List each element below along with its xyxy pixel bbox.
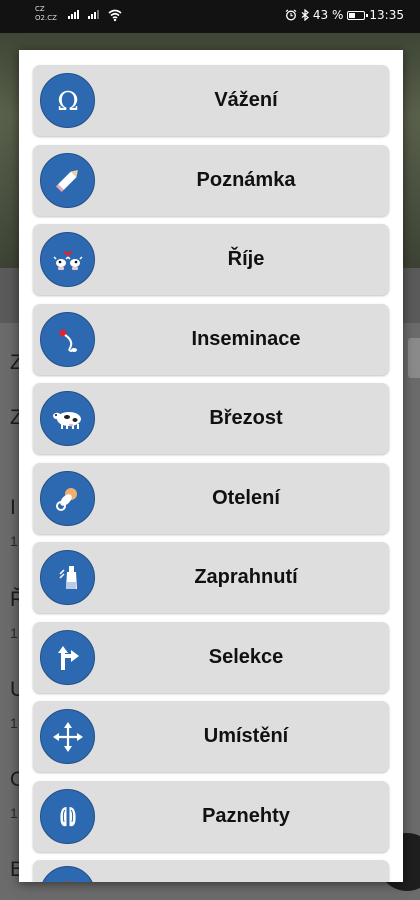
action-label: Říje: [227, 248, 265, 270]
action-zaprahnuti-button[interactable]: Zaprahnutí: [33, 542, 389, 613]
signal-1-icon: [68, 10, 79, 19]
action-umisteni-button[interactable]: Umístění: [33, 701, 389, 772]
action-oteleni-button[interactable]: Otelení: [33, 462, 389, 534]
action-poznamka-button[interactable]: Poznámka: [33, 144, 389, 216]
background-field: [408, 338, 420, 378]
move-arrows-icon: [40, 709, 95, 764]
action-label: Inseminace: [191, 327, 301, 350]
carrier-2: O2.CZ: [35, 14, 57, 22]
road-fork-icon: [40, 629, 95, 685]
action-vazeni-button[interactable]: Ω Vážení: [33, 65, 389, 136]
action-rije-button[interactable]: Říje: [33, 224, 389, 295]
background-letter: I: [10, 496, 16, 519]
battery-text: 43 %: [312, 8, 344, 22]
action-paznehty-button[interactable]: Paznehty: [33, 780, 389, 852]
cows-heat-icon: [40, 232, 95, 287]
battery-icon: [347, 10, 369, 20]
pencil-icon: [40, 152, 95, 208]
action-list: Ω Vážení Poznámka Říje Inseminace Březos…: [33, 65, 389, 882]
action-dialog: Ω Vážení Poznámka Říje Inseminace Březos…: [19, 50, 403, 882]
omega-icon: Ω: [40, 73, 95, 128]
signal-2-icon: [88, 10, 99, 19]
bluetooth-icon: [301, 9, 309, 21]
action-selekce-button[interactable]: Selekce: [33, 621, 389, 693]
wifi-icon: [108, 9, 122, 22]
background-value: 1: [10, 625, 18, 641]
background-value: 1: [10, 805, 18, 821]
action-brezost-button[interactable]: Březost: [33, 383, 389, 454]
action-more-button[interactable]: [33, 860, 389, 882]
background-value: 1: [10, 533, 18, 549]
action-label: Březost: [209, 407, 283, 429]
insemination-icon: [40, 311, 95, 367]
action-label: Zaprahnutí: [194, 566, 298, 588]
action-label: Vážení: [214, 89, 278, 111]
hooves-icon: [40, 788, 95, 844]
pregnant-cow-icon: [40, 391, 95, 446]
pacifier-icon: [40, 470, 95, 526]
action-label: Umístění: [203, 725, 289, 747]
action-inseminace-button[interactable]: Inseminace: [33, 303, 389, 375]
bottle-icon: [40, 550, 95, 605]
action-label: Paznehty: [202, 804, 290, 827]
alarm-icon: [285, 9, 297, 21]
clock: 13:35: [369, 8, 404, 22]
svg-text:Ω: Ω: [57, 87, 79, 117]
action-label: Poznámka: [196, 168, 296, 191]
status-right: 43 % 13:35: [285, 8, 404, 22]
carrier-labels: CZ O2.CZ: [35, 5, 57, 23]
background-value: 1: [10, 715, 18, 731]
action-label: Selekce: [208, 645, 284, 668]
more-action-icon: [40, 866, 95, 882]
carrier-1: CZ: [35, 5, 45, 13]
status-bar: CZ O2.CZ 43 % 13:35: [0, 0, 420, 33]
action-label: Otelení: [212, 486, 280, 509]
